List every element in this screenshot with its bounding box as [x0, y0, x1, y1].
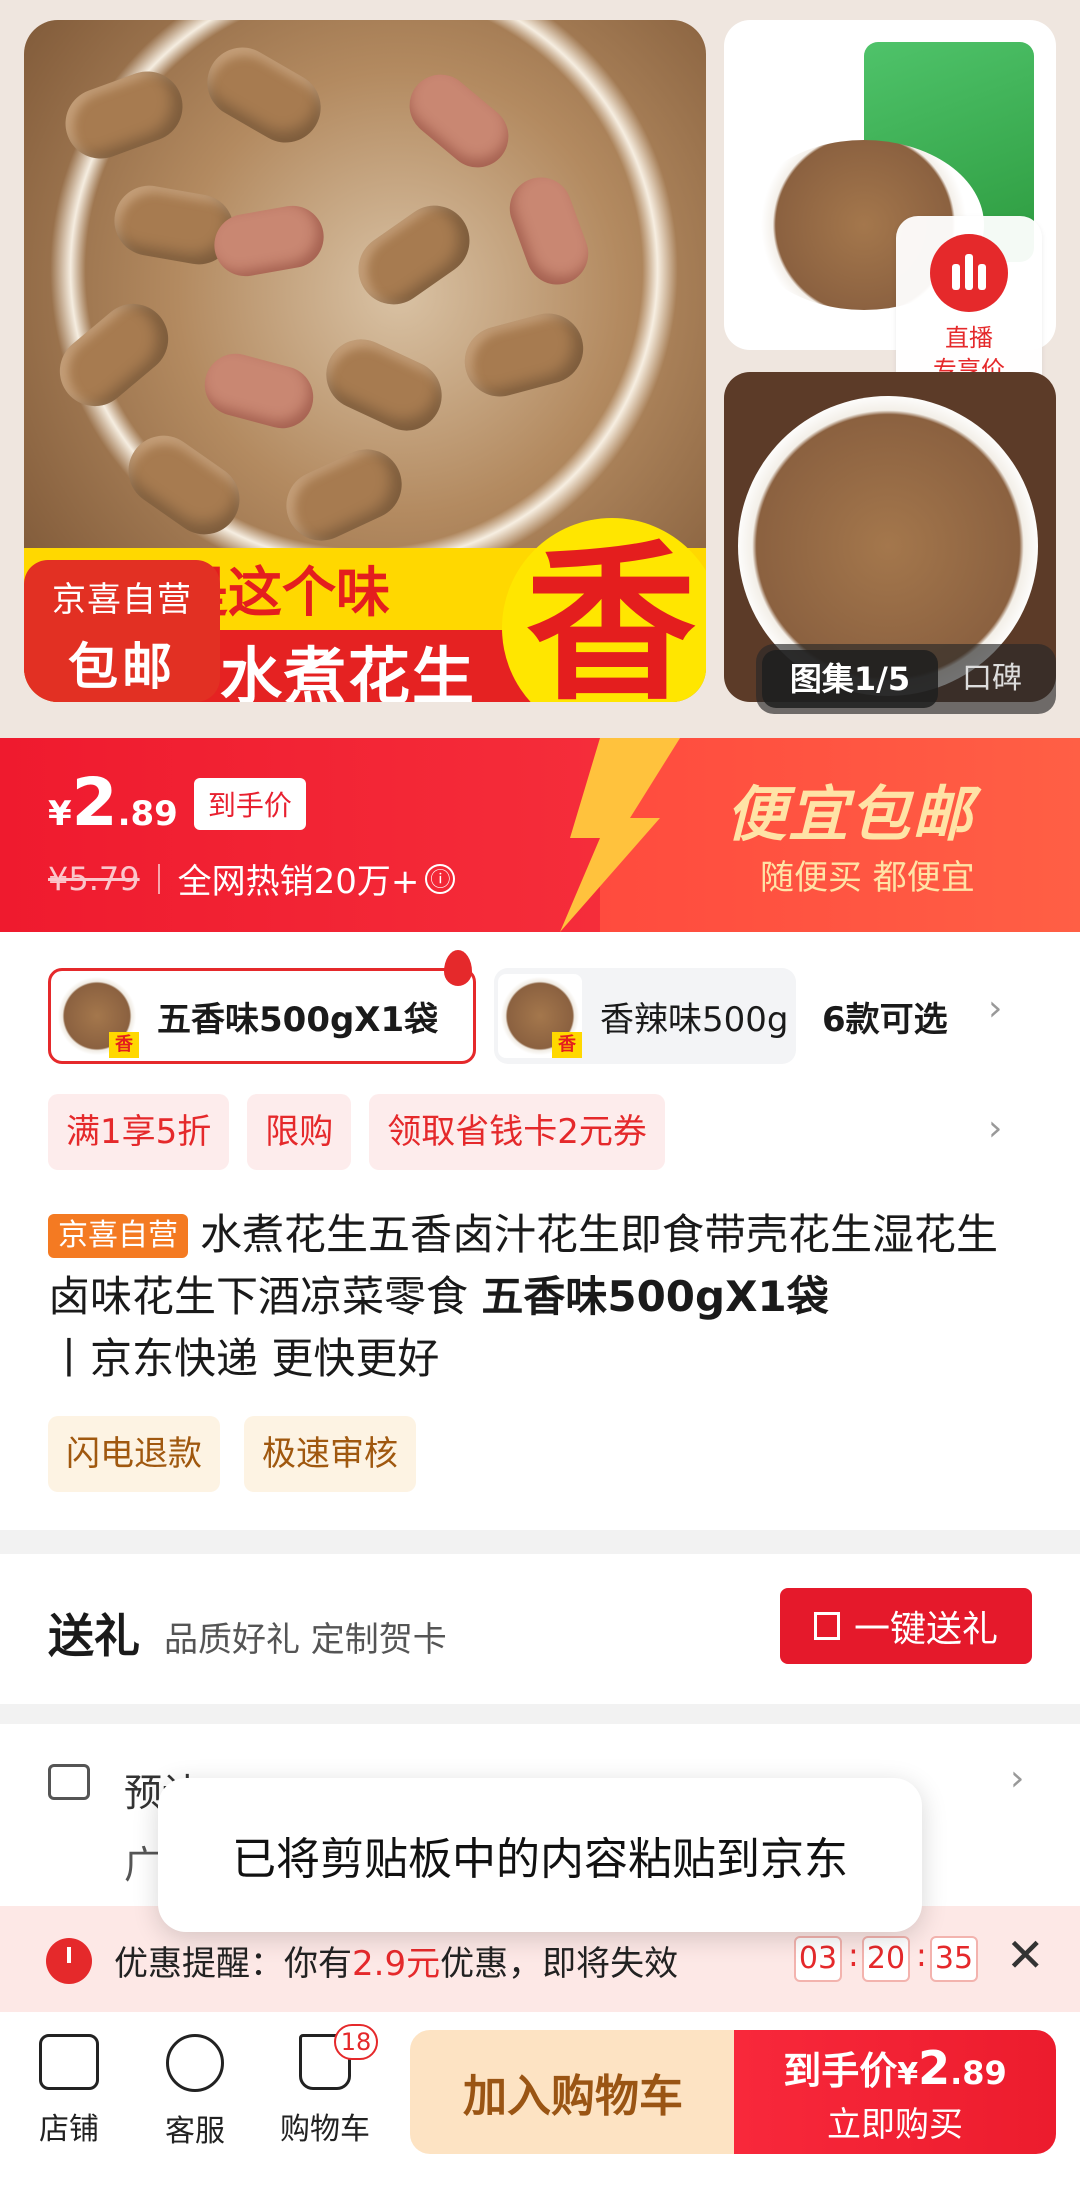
variant-option[interactable]: 香 香辣味500g — [494, 968, 796, 1064]
banner-bottom-text: 水煮花生 — [220, 640, 477, 702]
price-banner: ¥ 2 .89 到手价 ¥5.79 全网热销20万+ ⓘ 便宜包邮 随便买 都便… — [0, 738, 1080, 932]
feature-chip: 极速审核 — [244, 1416, 416, 1492]
product-info-card: 香 五香味500gX1袋 香 香辣味500g 6款可选 › 满1享5折 限购 领… — [0, 932, 1080, 1530]
chevron-right-icon[interactable]: › — [988, 988, 1002, 1029]
gift-heading: 送礼 — [48, 1609, 140, 1663]
chevron-right-icon[interactable]: › — [1010, 1758, 1024, 1799]
clipboard-toast: 已将剪贴板中的内容粘贴到京东 — [158, 1778, 922, 1932]
reminder-prefix: 优惠提醒：你有 — [114, 1944, 352, 1984]
gallery-controls[interactable]: 图集1/5 口碑 — [756, 644, 1056, 714]
title-variant: 五香味500gX1袋 — [481, 1272, 829, 1321]
info-icon[interactable]: ⓘ — [425, 863, 456, 894]
gift-icon — [813, 1612, 840, 1640]
price-subrow: ¥5.79 全网热销20万+ ⓘ — [48, 854, 456, 903]
store-tag: 京喜自营 — [48, 1214, 188, 1258]
bottom-action-bar: 店铺 客服 18 购物车 加入购物车 到手价¥2.89 立即购买 — [0, 2012, 1080, 2194]
variant-thumbnail: 香 — [55, 974, 139, 1058]
gift-section: 送礼 品质好礼 定制贺卡 一键送礼 — [0, 1554, 1080, 1704]
countdown-minutes: 20 — [862, 1936, 910, 1982]
promo-subtitle: 随便买 都便宜 — [760, 858, 975, 898]
add-to-cart-button[interactable]: 加入购物车 — [410, 2030, 736, 2154]
service-features: 闪电退款 极速审核 — [48, 1416, 440, 1492]
jingxi-free-shipping-badge: 京喜自营 包邮 — [24, 560, 220, 702]
live-icon — [930, 234, 1008, 312]
chevron-right-icon[interactable]: › — [988, 1108, 1002, 1149]
chat-smile-icon — [166, 2034, 224, 2092]
coupon-chip[interactable]: 满1享5折 — [48, 1094, 230, 1170]
buy-now-button[interactable]: 到手价¥2.89 立即购买 — [734, 2030, 1056, 2154]
store-button[interactable]: 店铺 — [14, 2034, 124, 2148]
countdown-seconds: 35 — [930, 1936, 978, 1982]
customer-service-button[interactable]: 客服 — [140, 2034, 250, 2150]
coupon-chip[interactable]: 限购 — [247, 1094, 352, 1170]
store-label: 店铺 — [39, 2112, 99, 2147]
gallery-counter[interactable]: 图集1/5 — [762, 650, 938, 708]
variant-count[interactable]: 6款可选 — [822, 992, 948, 1041]
cart-button[interactable]: 18 购物车 — [270, 2024, 380, 2148]
delivery-area: 广 — [124, 1843, 163, 1887]
coupon-list: 满1享5折 限购 领取省钱卡2元券 — [48, 1094, 683, 1170]
variant-thumbnail: 香 — [498, 974, 582, 1058]
divider — [157, 863, 160, 894]
variant-label: 五香味500gX1袋 — [157, 999, 439, 1040]
cart-count-badge: 18 — [334, 2024, 378, 2060]
price-integer: 2 — [71, 764, 118, 841]
original-price: ¥5.79 — [48, 859, 140, 898]
price-row: ¥ 2 .89 到手价 — [48, 764, 306, 841]
reminder-suffix: 优惠，即将失效 — [440, 1944, 679, 1984]
sales-text: 全网热销20万+ — [177, 862, 420, 902]
countdown-hours: 03 — [794, 1936, 842, 1982]
service-label: 客服 — [165, 2114, 225, 2149]
price-decimal: .89 — [117, 794, 178, 834]
gift-subtitle: 品质好礼 定制贺卡 — [164, 1620, 447, 1660]
hot-flame-icon — [444, 950, 472, 986]
promo-title: 便宜包邮 — [726, 780, 974, 850]
badge-line2: 包邮 — [68, 638, 176, 696]
send-gift-label: 一键送礼 — [853, 1609, 998, 1650]
variant-option-selected[interactable]: 香 五香味500gX1袋 — [48, 968, 476, 1064]
send-gift-button[interactable]: 一键送礼 — [780, 1588, 1032, 1664]
final-price-tag: 到手价 — [193, 778, 306, 830]
reminder-amount: 2.9元 — [352, 1944, 441, 1984]
buy-now-label: 立即购买 — [827, 2105, 963, 2145]
title-tail: 丨京东快递 更快更好 — [48, 1334, 440, 1383]
cart-label: 购物车 — [280, 2112, 370, 2147]
price-currency: ¥ — [48, 794, 72, 834]
reminder-text: 优惠提醒：你有2.9元优惠，即将失效 — [114, 1936, 678, 1985]
store-icon — [39, 2034, 99, 2090]
badge-line1: 京喜自营 — [52, 580, 192, 620]
live-label-line1: 直播 — [945, 324, 993, 352]
feature-chip: 闪电退款 — [48, 1416, 220, 1492]
image-gallery[interactable]: 就是这个味 水煮花生 香 京喜自营 包邮 直播 专享价 图集1/5 口碑 — [0, 0, 1080, 738]
lightning-bolt-icon — [560, 738, 680, 932]
clock-icon — [46, 1938, 92, 1984]
product-title: 京喜自营 水煮花生五香卤汁花生即食带壳花生湿花生卤味花生下酒凉菜零食 五香味500… — [48, 1204, 1038, 1390]
variant-label: 香辣味500g — [600, 999, 789, 1040]
buy-price-line: 到手价¥2.89 — [783, 2041, 1007, 2095]
truck-icon — [48, 1764, 90, 1800]
coupon-chip[interactable]: 领取省钱卡2元券 — [369, 1094, 665, 1170]
close-icon[interactable]: ✕ — [1006, 1928, 1045, 1982]
koubei-tab[interactable]: 口碑 — [962, 644, 1022, 714]
flavor-big-char: 香 — [526, 526, 697, 702]
